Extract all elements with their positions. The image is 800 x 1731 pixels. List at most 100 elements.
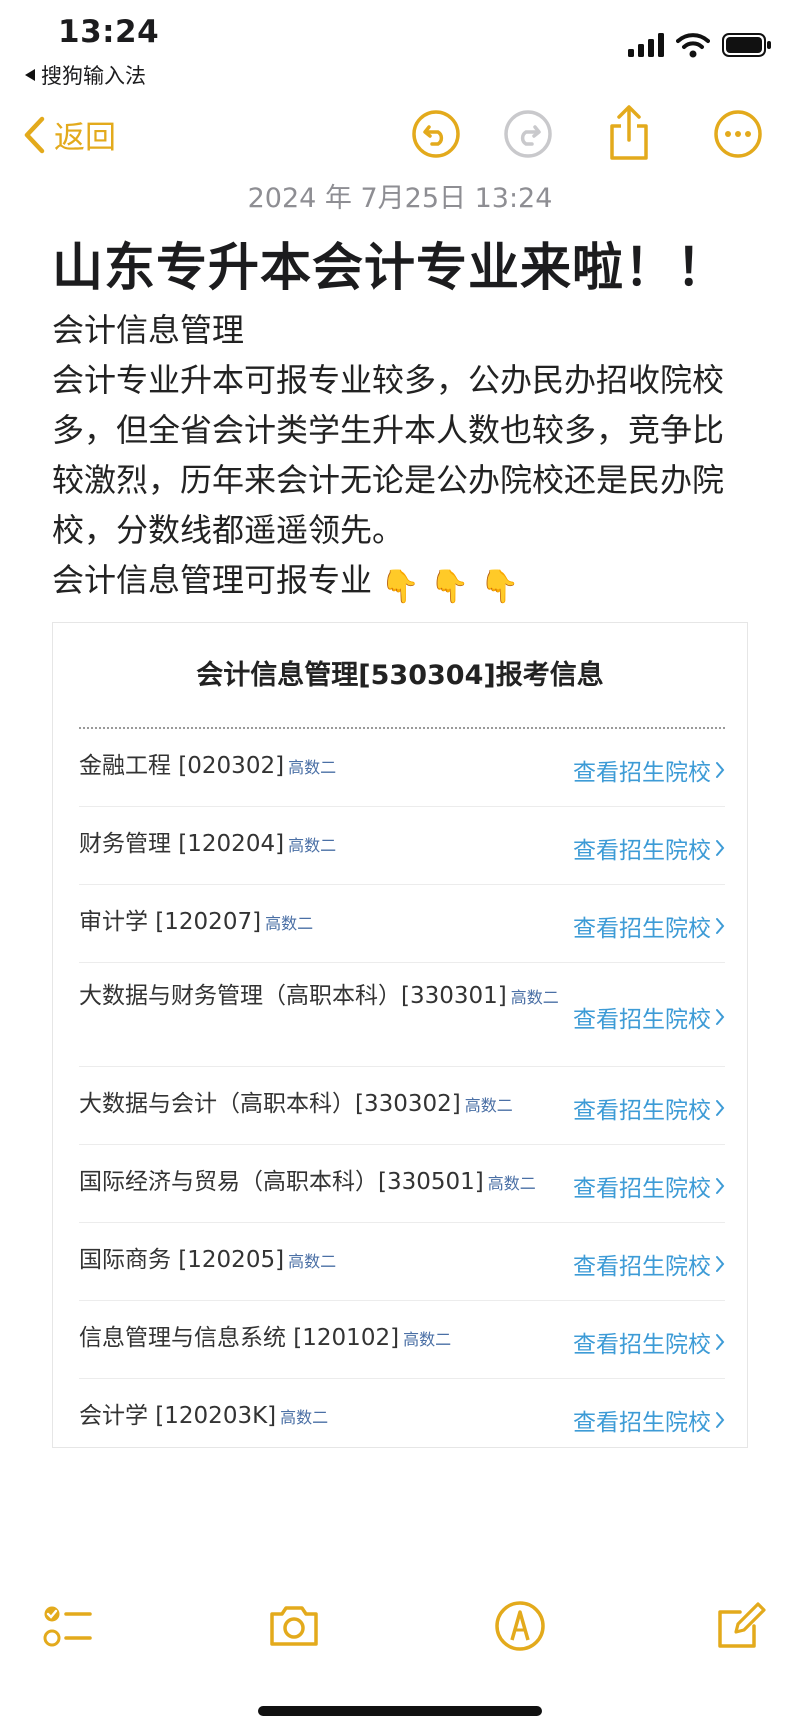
chevron-right-icon: [716, 1412, 725, 1428]
more-icon[interactable]: [712, 108, 764, 160]
major-row[interactable]: 大数据与会计（高职本科）[330302] 高数二 查看招生院校: [79, 1067, 725, 1145]
back-app-label: 搜狗输入法: [41, 64, 146, 88]
major-row[interactable]: 金融工程 [020302] 高数二 查看招生院校: [79, 729, 725, 807]
undo-icon[interactable]: [410, 108, 462, 160]
math-level-tag: 高数二: [288, 758, 337, 777]
math-level-tag: 高数二: [464, 1096, 513, 1115]
view-schools-link[interactable]: 查看招生院校: [573, 1091, 725, 1125]
view-schools-label: 查看招生院校: [573, 1410, 711, 1436]
math-level-tag: 高数二: [510, 988, 559, 1007]
major-label: 大数据与会计（高职本科）[330302]: [79, 1091, 461, 1117]
major-row[interactable]: 大数据与财务管理（高职本科）[330301] 高数二 查看招生院校: [79, 963, 725, 1067]
view-schools-link[interactable]: 查看招生院校: [573, 1247, 725, 1281]
bottom-toolbar: [0, 1596, 800, 1666]
note-body[interactable]: 会计信息管理 会计专业升本可报专业较多，公办民办招收院校多，但全省会计类学生升本…: [52, 305, 752, 611]
major-label: 财务管理 [120204]: [79, 831, 285, 857]
camera-icon[interactable]: [264, 1596, 324, 1656]
share-icon[interactable]: [606, 104, 652, 162]
major-label: 国际商务 [120205]: [79, 1247, 285, 1273]
back-triangle-icon: [25, 69, 35, 81]
chevron-right-icon: [716, 918, 725, 934]
math-level-tag: 高数二: [487, 1174, 536, 1193]
status-time: 13:24: [58, 14, 160, 50]
view-schools-label: 查看招生院校: [573, 916, 711, 942]
note-paragraph: 会计专业升本可报专业较多，公办民办招收院校多，但全省会计类学生升本人数也较多，竞…: [52, 361, 725, 549]
view-schools-link[interactable]: 查看招生院校: [573, 1169, 725, 1203]
view-schools-label: 查看招生院校: [573, 1176, 711, 1202]
view-schools-link[interactable]: 查看招生院校: [573, 909, 725, 943]
chevron-right-icon: [716, 1009, 725, 1025]
status-icons: [628, 32, 772, 58]
major-name: 国际经济与贸易（高职本科）[330501] 高数二: [79, 1167, 561, 1199]
view-schools-label: 查看招生院校: [573, 1007, 711, 1033]
note-paragraph: 会计信息管理: [52, 311, 245, 349]
math-level-tag: 高数二: [280, 1408, 329, 1427]
pointing-down-emojis: 👇 👇 👇: [380, 561, 520, 611]
major-label: 信息管理与信息系统 [120102]: [79, 1325, 400, 1351]
major-name: 金融工程 [020302] 高数二: [79, 751, 561, 783]
notes-screen: 13:24 搜狗输入法 返回 2024 年 7月25日 13:24 山东专升本会…: [0, 0, 800, 1731]
major-name: 信息管理与信息系统 [120102] 高数二: [79, 1323, 561, 1355]
major-row[interactable]: 国际商务 [120205] 高数二 查看招生院校: [79, 1223, 725, 1301]
back-button[interactable]: 返回: [22, 112, 116, 157]
math-level-tag: 高数二: [288, 836, 337, 855]
chevron-right-icon: [716, 762, 725, 778]
major-row[interactable]: 国际经济与贸易（高职本科）[330501] 高数二 查看招生院校: [79, 1145, 725, 1223]
checklist-icon[interactable]: [38, 1596, 98, 1656]
chevron-right-icon: [716, 1100, 725, 1116]
note-paragraph-text: 会计信息管理可报专业: [52, 561, 373, 599]
chevron-right-icon: [716, 840, 725, 856]
view-schools-label: 查看招生院校: [573, 1254, 711, 1280]
markup-icon[interactable]: [490, 1596, 550, 1656]
back-to-app-button[interactable]: 搜狗输入法: [24, 60, 146, 90]
major-row[interactable]: 财务管理 [120204] 高数二 查看招生院校: [79, 807, 725, 885]
pointing-down-emoji: 👇: [479, 567, 520, 605]
note-paragraph: 会计信息管理可报专业 👇 👇 👇: [52, 555, 752, 611]
view-schools-label: 查看招生院校: [573, 1332, 711, 1358]
chevron-left-icon: [24, 116, 45, 153]
major-row[interactable]: 审计学 [120207] 高数二 查看招生院校: [79, 885, 725, 963]
major-name: 大数据与财务管理（高职本科）[330301] 高数二: [79, 981, 561, 1013]
view-schools-link[interactable]: 查看招生院校: [573, 753, 725, 787]
major-label: 会计学 [120203K]: [79, 1403, 277, 1429]
cellular-signal-icon: [628, 33, 664, 57]
major-name: 审计学 [120207] 高数二: [79, 907, 561, 939]
view-schools-label: 查看招生院校: [573, 838, 711, 864]
redo-icon[interactable]: [502, 108, 554, 160]
chevron-right-icon: [716, 1256, 725, 1272]
major-name: 国际商务 [120205] 高数二: [79, 1245, 561, 1277]
note-title[interactable]: 山东专升本会计专业来啦！！: [52, 226, 728, 300]
major-list: 金融工程 [020302] 高数二 查看招生院校 财务管理 [120204] 高数二 查看…: [79, 729, 725, 1457]
chevron-right-icon: [716, 1178, 725, 1194]
note-date: 2024 年 7月25日 13:24: [247, 183, 553, 214]
status-bar: 13:24 搜狗输入法: [0, 0, 800, 92]
major-label: 审计学 [120207]: [79, 909, 262, 935]
pointing-down-emoji: 👇: [429, 567, 470, 605]
math-level-tag: 高数二: [403, 1330, 452, 1349]
major-name: 会计学 [120203K] 高数二: [79, 1401, 561, 1433]
view-schools-link[interactable]: 查看招生院校: [573, 1325, 725, 1359]
major-row[interactable]: 会计学 [120203K] 高数二 查看招生院校: [79, 1379, 725, 1457]
wifi-icon: [676, 33, 710, 58]
admission-info-card: 会计信息管理[530304]报考信息 金融工程 [020302] 高数二 查看招生院…: [52, 622, 748, 1448]
major-row[interactable]: 信息管理与信息系统 [120102] 高数二 查看招生院校: [79, 1301, 725, 1379]
view-schools-link[interactable]: 查看招生院校: [573, 1403, 725, 1437]
home-indicator[interactable]: [258, 1706, 542, 1716]
math-level-tag: 高数二: [288, 1252, 337, 1271]
navigation-bar: 返回: [0, 100, 800, 174]
compose-icon[interactable]: [710, 1596, 770, 1656]
view-schools-label: 查看招生院校: [573, 1098, 711, 1124]
view-schools-link[interactable]: 查看招生院校: [573, 1000, 725, 1034]
math-level-tag: 高数二: [265, 914, 314, 933]
major-label: 国际经济与贸易（高职本科）[330501]: [79, 1169, 484, 1195]
major-name: 大数据与会计（高职本科）[330302] 高数二: [79, 1089, 561, 1121]
pointing-down-emoji: 👇: [380, 567, 420, 605]
major-label: 金融工程 [020302]: [79, 753, 285, 779]
chevron-right-icon: [716, 1334, 725, 1350]
view-schools-label: 查看招生院校: [573, 760, 711, 786]
battery-icon: [722, 33, 771, 57]
view-schools-link[interactable]: 查看招生院校: [573, 831, 725, 865]
back-label: 返回: [54, 120, 116, 156]
card-title: 会计信息管理[530304]报考信息: [196, 660, 604, 691]
major-label: 大数据与财务管理（高职本科）[330301]: [79, 983, 507, 1009]
